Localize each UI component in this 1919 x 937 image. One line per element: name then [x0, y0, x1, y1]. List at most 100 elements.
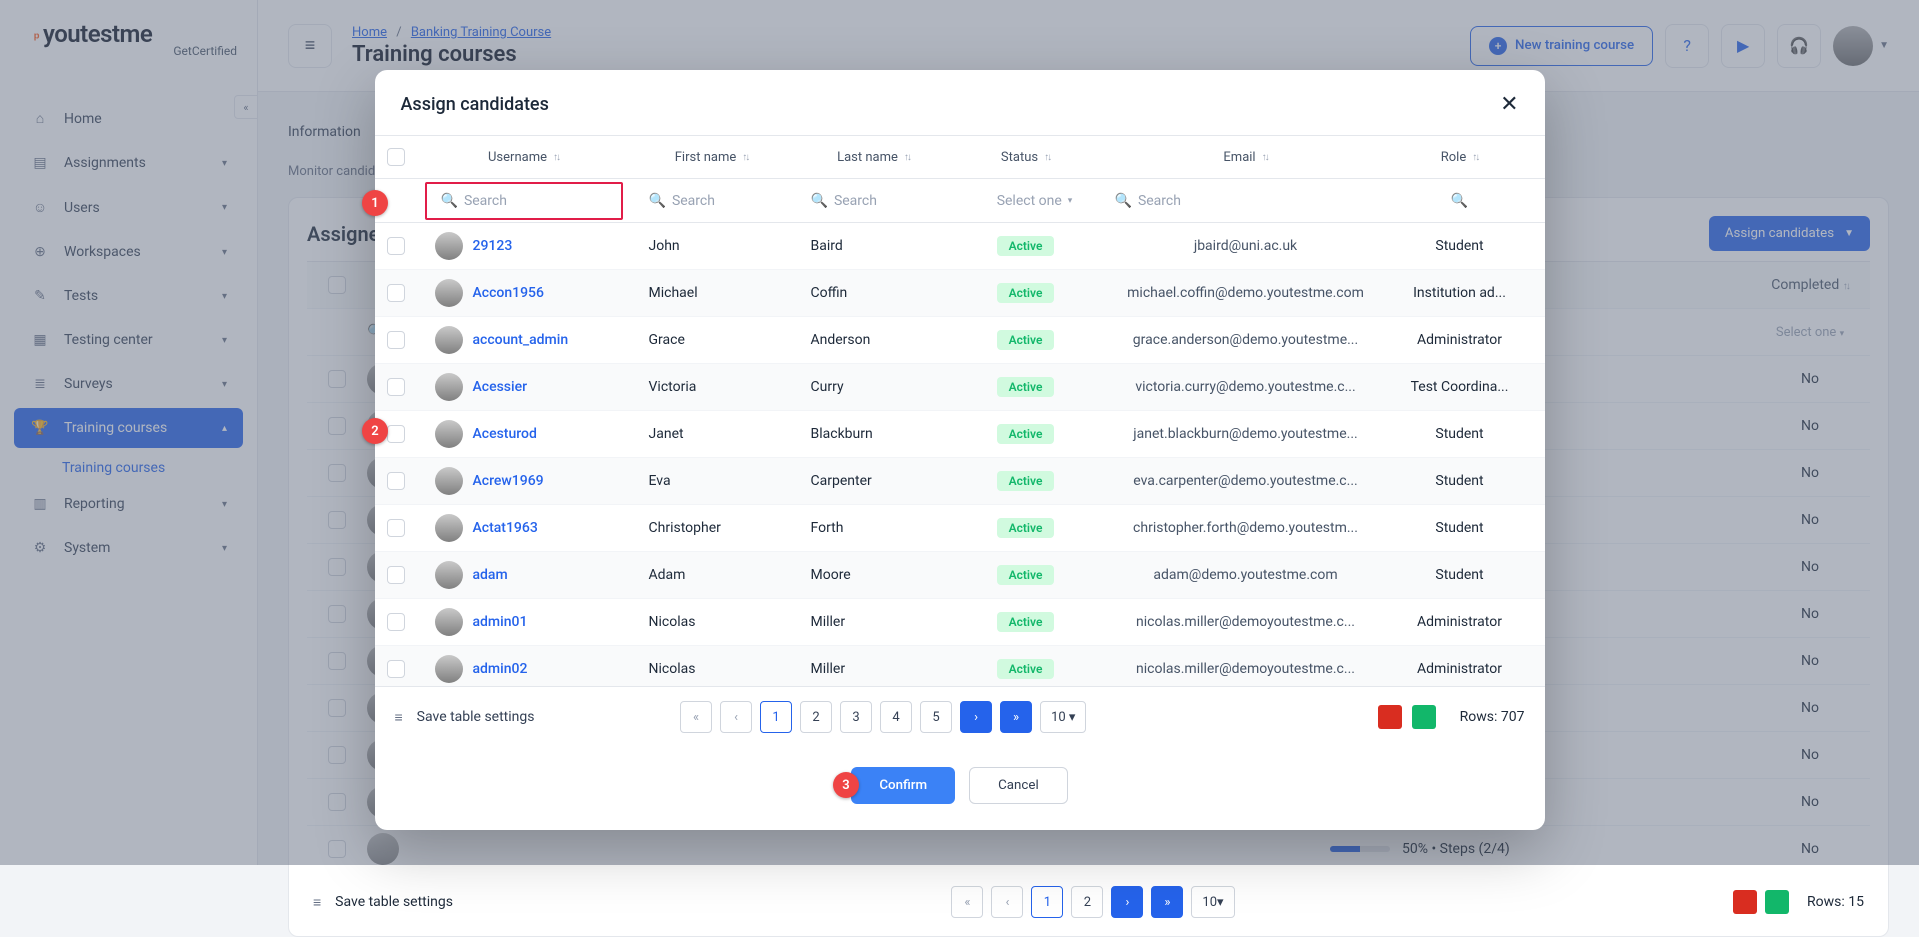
modal-select-all-checkbox[interactable]: [387, 148, 405, 166]
page-2-button[interactable]: 2: [1071, 886, 1103, 918]
close-icon[interactable]: ✕: [1500, 92, 1518, 117]
callout-3: 3: [833, 772, 859, 798]
role-cell: Student: [1395, 552, 1525, 599]
modal-export-pdf-icon[interactable]: [1378, 705, 1402, 729]
row-checkbox[interactable]: [387, 660, 405, 678]
callout-1: 1: [362, 190, 388, 216]
first-name-cell: Adam: [631, 567, 793, 583]
role-cell: Test Coordina...: [1395, 364, 1525, 411]
avatar: [435, 420, 463, 448]
last-page-button[interactable]: »: [1151, 886, 1183, 918]
role-cell: Student: [1395, 458, 1525, 505]
first-name-cell: Victoria: [631, 379, 793, 395]
menu-icon[interactable]: ≡: [395, 709, 403, 726]
role-cell: Student: [1395, 223, 1525, 270]
avatar: [435, 232, 463, 260]
row-checkbox[interactable]: [387, 519, 405, 537]
last-name-cell: Coffin: [793, 285, 955, 301]
role-cell: Institution ad...: [1395, 270, 1525, 317]
status-filter-select[interactable]: Select one ▾: [955, 193, 1097, 209]
username-link[interactable]: Acessier: [473, 379, 528, 395]
column-email[interactable]: Email↑↓: [1097, 150, 1395, 165]
cancel-button[interactable]: Cancel: [969, 767, 1068, 804]
page-size-select[interactable]: 10 ▾: [1191, 886, 1234, 918]
modal-prev-page-button[interactable]: ‹: [720, 701, 752, 733]
status-badge: Active: [997, 283, 1055, 303]
first-name-cell: John: [631, 238, 793, 254]
page-1-button[interactable]: 1: [1031, 886, 1063, 918]
username-link[interactable]: admin02: [473, 661, 528, 677]
username-link[interactable]: admin01: [473, 614, 528, 630]
email-cell: nicolas.miller@demoyoutestme.c...: [1097, 599, 1395, 646]
modal-table-row: Accon1956MichaelCoffinActivemichael.coff…: [375, 270, 1545, 317]
modal-page-size-select[interactable]: 10 ▾: [1040, 701, 1086, 733]
last-name-search-input[interactable]: 🔍Search: [793, 193, 955, 209]
first-name-cell: Nicolas: [631, 661, 793, 677]
modal-page-4-button[interactable]: 4: [880, 701, 912, 733]
avatar: [435, 655, 463, 683]
username-link[interactable]: adam: [473, 567, 508, 583]
modal-page-3-button[interactable]: 3: [840, 701, 872, 733]
column-username[interactable]: Username↑↓: [417, 150, 631, 165]
username-link[interactable]: 29123: [473, 238, 513, 254]
row-checkbox[interactable]: [387, 613, 405, 631]
username-link[interactable]: Accon1956: [473, 285, 544, 301]
search-icon: 🔍: [1115, 193, 1132, 209]
column-first-name[interactable]: First name↑↓: [631, 150, 793, 165]
status-badge: Active: [997, 612, 1055, 632]
email-cell: janet.blackburn@demo.youtestme...: [1097, 411, 1395, 458]
export-excel-icon[interactable]: [1765, 890, 1789, 914]
export-pdf-icon[interactable]: [1733, 890, 1757, 914]
column-last-name[interactable]: Last name↑↓: [793, 150, 955, 165]
last-name-cell: Curry: [793, 379, 955, 395]
row-checkbox[interactable]: [387, 284, 405, 302]
modal-page-1-button[interactable]: 1: [760, 701, 792, 733]
username-link[interactable]: Actat1963: [473, 520, 538, 536]
last-name-cell: Carpenter: [793, 473, 955, 489]
modal-page-2-button[interactable]: 2: [800, 701, 832, 733]
role-cell: Administrator: [1395, 317, 1525, 364]
row-checkbox[interactable]: [387, 331, 405, 349]
role-cell: Administrator: [1395, 599, 1525, 646]
avatar: [435, 326, 463, 354]
callout-2: 2: [362, 418, 388, 444]
status-badge: Active: [997, 518, 1055, 538]
first-name-cell: Nicolas: [631, 614, 793, 630]
row-checkbox[interactable]: [387, 378, 405, 396]
modal-page-5-button[interactable]: 5: [920, 701, 952, 733]
username-link[interactable]: account_admin: [473, 332, 569, 348]
status-badge: Active: [997, 377, 1055, 397]
avatar: [435, 467, 463, 495]
menu-icon[interactable]: ≡: [313, 894, 321, 911]
column-role[interactable]: Role↑↓: [1395, 150, 1525, 165]
username-search-input[interactable]: 🔍Search: [425, 182, 623, 220]
row-checkbox[interactable]: [387, 566, 405, 584]
row-checkbox[interactable]: [387, 237, 405, 255]
confirm-button[interactable]: Confirm: [851, 767, 955, 804]
modal-table-row: AcessierVictoriaCurryActivevictoria.curr…: [375, 364, 1545, 411]
save-table-settings[interactable]: Save table settings: [335, 894, 453, 910]
modal-export-excel-icon[interactable]: [1412, 705, 1436, 729]
username-link[interactable]: Acesturod: [473, 426, 537, 442]
assign-candidates-modal: Assign candidates ✕ Username↑↓ First nam…: [375, 70, 1545, 830]
row-checkbox[interactable]: [387, 425, 405, 443]
email-cell: michael.coffin@demo.youtestme.com: [1097, 270, 1395, 317]
username-link[interactable]: Acrew1969: [473, 473, 544, 489]
last-name-cell: Forth: [793, 520, 955, 536]
prev-page-button[interactable]: ‹: [991, 886, 1023, 918]
row-checkbox[interactable]: [387, 472, 405, 490]
first-page-button[interactable]: «: [951, 886, 983, 918]
email-search-input[interactable]: 🔍Search: [1097, 193, 1395, 209]
search-icon: 🔍: [1451, 193, 1468, 209]
modal-save-table-settings[interactable]: Save table settings: [417, 709, 535, 725]
first-name-cell: Christopher: [631, 520, 793, 536]
modal-last-page-button[interactable]: »: [1000, 701, 1032, 733]
next-page-button[interactable]: ›: [1111, 886, 1143, 918]
column-status[interactable]: Status↑↓: [955, 150, 1097, 165]
modal-next-page-button[interactable]: ›: [960, 701, 992, 733]
role-cell: Student: [1395, 505, 1525, 552]
first-name-search-input[interactable]: 🔍Search: [631, 193, 793, 209]
role-search-input[interactable]: 🔍: [1395, 193, 1525, 209]
avatar: [435, 279, 463, 307]
modal-first-page-button[interactable]: «: [680, 701, 712, 733]
